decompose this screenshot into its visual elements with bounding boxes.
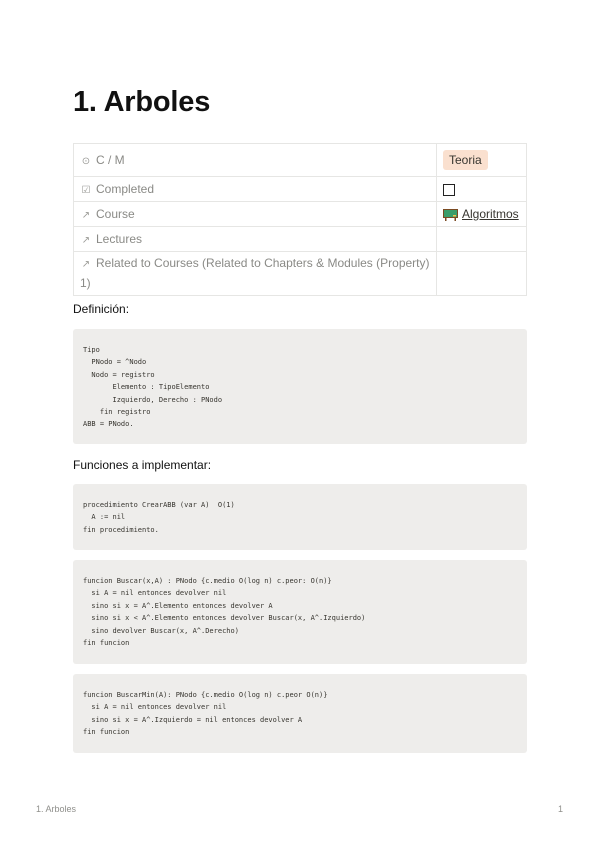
property-key[interactable]: ↗ Lectures — [73, 226, 437, 252]
property-value[interactable] — [436, 176, 527, 202]
property-row-cm: ⊙ C / M Teoria — [73, 143, 527, 177]
section-label-definicion: Definición: — [73, 302, 130, 316]
property-key-label: Related to Courses (Related to Chapters … — [80, 256, 430, 290]
property-key-label: Lectures — [96, 232, 143, 246]
code-block[interactable]: Tipo PNodo = ^Nodo Nodo = registro Eleme… — [73, 329, 527, 444]
property-value[interactable]: Algoritmos — [436, 201, 527, 227]
property-row-completed: ☑ Completed — [73, 176, 527, 202]
property-key[interactable]: ⊙ C / M — [73, 143, 437, 177]
completed-checkbox[interactable] — [443, 183, 455, 196]
property-value[interactable] — [436, 251, 527, 296]
checkbox-icon: ☑ — [81, 185, 91, 196]
chalkboard-icon — [443, 208, 458, 221]
property-key-label: Completed — [96, 182, 155, 196]
property-value[interactable]: Teoria — [436, 143, 527, 177]
property-row-related-courses: ↗ Related to Courses (Related to Chapters… — [73, 251, 527, 296]
footer-page-title: 1. Arboles — [36, 804, 77, 814]
property-value[interactable] — [436, 226, 527, 252]
arrow-up-right-icon: ↗ — [81, 210, 91, 221]
section-label-funciones: Funciones a implementar: — [73, 458, 212, 472]
footer-page-number: 1 — [557, 804, 563, 814]
code-block[interactable]: procedimiento CrearABB (var A) O(1) A :=… — [73, 484, 527, 550]
property-row-lectures: ↗ Lectures — [73, 226, 527, 252]
tag-badge[interactable]: Teoria — [443, 150, 488, 170]
code-block[interactable]: funcion BuscarMin(A): PNodo {c.medio O(l… — [73, 674, 527, 753]
arrow-up-right-icon: ↗ — [81, 235, 91, 246]
property-key-label: C / M — [96, 153, 125, 167]
property-key[interactable]: ☑ Completed — [73, 176, 437, 202]
course-relation-link[interactable]: Algoritmos — [462, 207, 519, 221]
property-row-course: ↗ Course Algoritmos — [73, 201, 527, 227]
property-key[interactable]: ↗ Course — [73, 201, 437, 227]
property-key-label: Course — [96, 207, 135, 221]
page-title: 1. Arboles — [73, 86, 211, 118]
target-icon: ⊙ — [81, 156, 91, 167]
code-block[interactable]: funcion Buscar(x,A) : PNodo {c.medio O(l… — [73, 560, 527, 664]
arrow-up-right-icon: ↗ — [81, 259, 91, 270]
properties-table: ⊙ C / M Teoria ☑ Completed ↗ Course Algorit… — [73, 143, 527, 296]
property-key[interactable]: ↗ Related to Courses (Related to Chapters… — [73, 251, 437, 296]
